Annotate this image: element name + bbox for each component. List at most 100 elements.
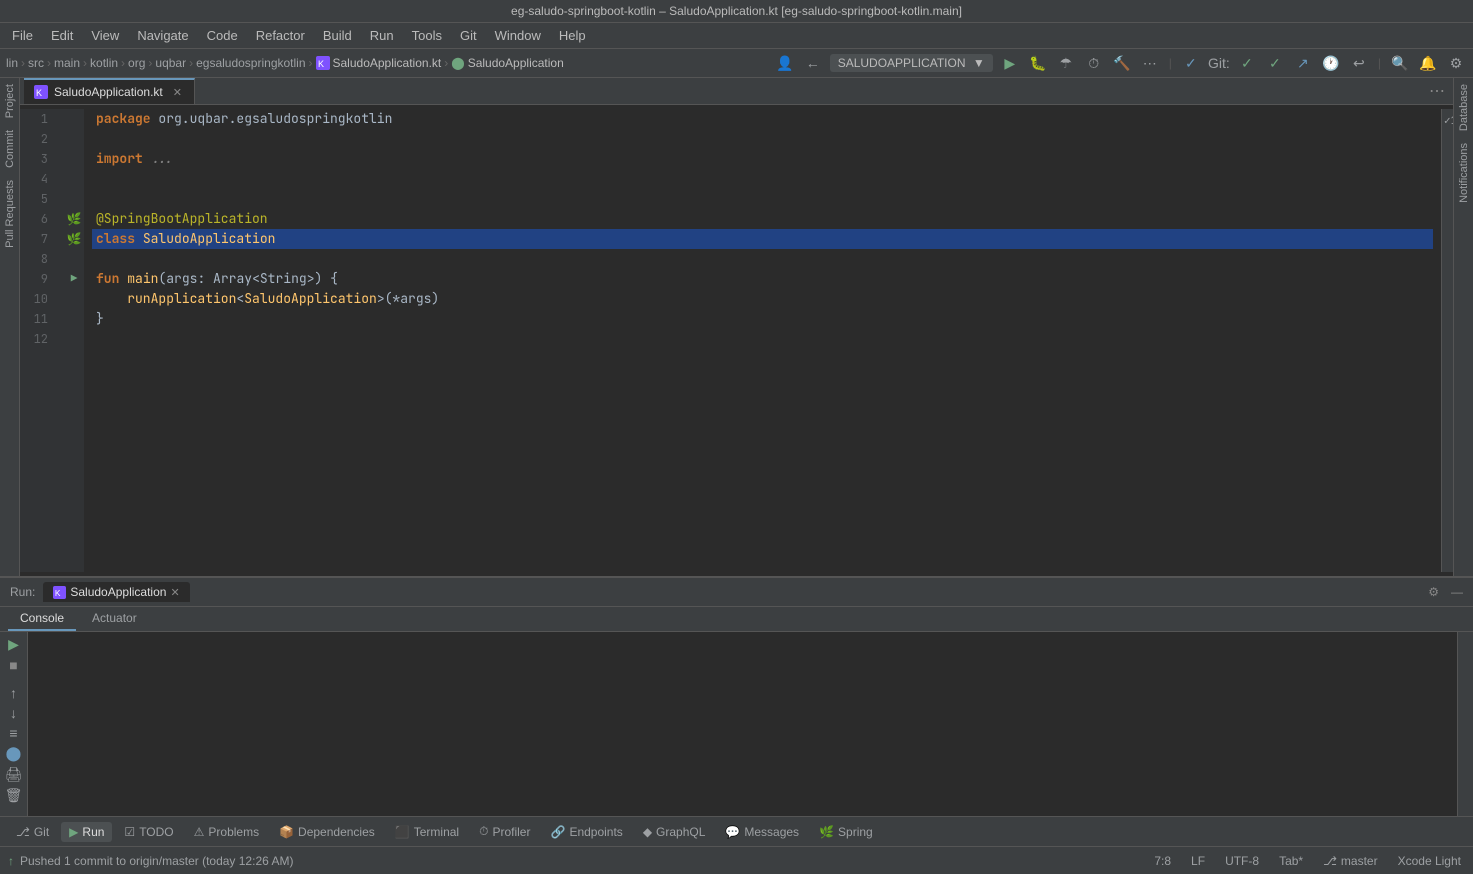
menu-window[interactable]: Window <box>487 25 549 46</box>
breadcrumb-uqbar[interactable]: uqbar <box>155 56 186 70</box>
settings-icon[interactable]: ⚙ <box>1445 52 1467 74</box>
print-button[interactable]: 🖨 <box>3 766 25 783</box>
bottom-terminal-item[interactable]: ⬛ Terminal <box>387 822 467 842</box>
line-separator[interactable]: LF <box>1187 852 1209 870</box>
editor-tab-saludoapplication[interactable]: K SaludoApplication.kt ✕ <box>24 78 195 104</box>
menu-help[interactable]: Help <box>551 25 594 46</box>
bottom-graphql-item[interactable]: ◆ GraphQL <box>635 822 714 842</box>
spring-boot-gutter-6[interactable]: 🌿 <box>67 209 82 229</box>
soft-wrap-button[interactable]: ≡ <box>3 725 25 741</box>
code-token: ... <box>151 149 174 169</box>
breadcrumb-src[interactable]: src <box>28 56 44 70</box>
menu-git[interactable]: Git <box>452 25 485 46</box>
run-tab-saludoapplication[interactable]: K SaludoApplication ✕ <box>43 582 189 602</box>
code-content[interactable]: package org.uqbar.egsaludospringkotlin i… <box>84 109 1441 572</box>
back-icon[interactable]: ← <box>802 52 824 74</box>
breadcrumb-main[interactable]: main <box>54 56 80 70</box>
git-commit-status[interactable]: Pushed 1 commit to origin/master (today … <box>20 854 293 868</box>
scroll-up-button[interactable]: ↑ <box>3 685 25 701</box>
git-checkmark[interactable]: ✓ <box>1236 52 1258 74</box>
run-stop-button[interactable]: ■ <box>3 657 25 673</box>
scrollbar-area[interactable]: ✓1 <box>1441 109 1453 572</box>
build-button[interactable]: 🔨 <box>1111 52 1133 74</box>
git-checkmark2[interactable]: ✓ <box>1264 52 1286 74</box>
tab-console[interactable]: Console <box>8 607 76 631</box>
bottom-endpoints-item[interactable]: 🔗 Endpoints <box>542 822 630 842</box>
git-status-icon[interactable]: ✓ <box>1180 52 1202 74</box>
history-icon[interactable]: 🕐 <box>1320 52 1342 74</box>
tab-actuator[interactable]: Actuator <box>80 607 149 631</box>
bottom-profiler-item[interactable]: ⏱ Profiler <box>471 821 538 842</box>
menu-code[interactable]: Code <box>199 25 246 46</box>
sidebar-item-commit[interactable]: Commit <box>2 124 18 174</box>
ide-theme[interactable]: Xcode Light <box>1394 852 1465 870</box>
breadcrumb-filename[interactable]: SaludoApplication.kt <box>333 56 442 70</box>
clear-console-button[interactable]: 🗑 <box>3 787 25 804</box>
bottom-messages-item[interactable]: 💬 Messages <box>717 822 807 842</box>
bottom-todo-item[interactable]: ☑ TODO <box>116 822 181 842</box>
git-icon[interactable]: Git: <box>1208 52 1230 74</box>
menu-tools[interactable]: Tools <box>404 25 450 46</box>
profile-button[interactable]: ⏱ <box>1083 52 1105 74</box>
cursor-position[interactable]: 7:8 <box>1150 852 1175 870</box>
breadcrumb: lin › src › main › kotlin › org › uqbar … <box>6 56 770 70</box>
run-restart-button[interactable]: ▶ <box>3 636 25 653</box>
run-settings-button[interactable]: ⚙ <box>1428 585 1439 599</box>
menu-file[interactable]: File <box>4 25 41 46</box>
bottom-spring-item[interactable]: 🌿 Spring <box>811 822 881 842</box>
right-panel-strip: Database Notifications <box>1453 78 1473 576</box>
run-tab-label: SaludoApplication <box>70 585 166 599</box>
menu-run[interactable]: Run <box>362 25 402 46</box>
bottom-problems-item[interactable]: ⚠ Problems <box>186 822 267 842</box>
gutter-3 <box>64 149 84 169</box>
breadcrumb-lin[interactable]: lin <box>6 56 18 70</box>
sidebar-item-pullrequests[interactable]: Pull Requests <box>2 174 18 254</box>
menu-navigate[interactable]: Navigate <box>129 25 196 46</box>
search-everywhere-icon[interactable]: 🔍 <box>1389 52 1411 74</box>
git-push-icon[interactable]: ↗ <box>1292 52 1314 74</box>
breadcrumb-org[interactable]: org <box>128 56 145 70</box>
run-structure-panel <box>1457 632 1473 816</box>
git-branch[interactable]: ⎇ master <box>1319 852 1382 870</box>
gutter-6: 🌿 <box>64 209 84 229</box>
debug-button[interactable]: 🐛 <box>1027 52 1049 74</box>
sidebar-item-notifications[interactable]: Notifications <box>1456 137 1472 209</box>
code-token: } <box>96 309 104 329</box>
active-process-icon[interactable]: ⬤ <box>3 745 25 762</box>
breadcrumb-pkg[interactable]: egsaludospringkotlin <box>196 56 305 70</box>
notification-icon[interactable]: 🔔 <box>1417 52 1439 74</box>
bottom-dependencies-item[interactable]: 📦 Dependencies <box>271 822 383 842</box>
terminal-bottom-label: Terminal <box>414 825 459 839</box>
run-tab-close-button[interactable]: ✕ <box>170 586 179 599</box>
bottom-run-item[interactable]: ▶ Run <box>61 822 112 842</box>
run-console-content[interactable] <box>28 632 1457 816</box>
scroll-down-button[interactable]: ↓ <box>3 705 25 721</box>
team-icon[interactable]: 👤 <box>774 52 796 74</box>
sidebar-item-database[interactable]: Database <box>1456 78 1472 137</box>
menu-edit[interactable]: Edit <box>43 25 81 46</box>
run-configuration[interactable]: SALUDOAPPLICATION ▼ <box>830 54 993 72</box>
bottom-git-item[interactable]: ⎇ Git <box>8 822 57 842</box>
rollback-icon[interactable]: ↩ <box>1348 52 1370 74</box>
tab-close-button[interactable]: ✕ <box>173 86 182 99</box>
breadcrumb-class[interactable]: SaludoApplication <box>468 56 564 70</box>
coverage-button[interactable]: ☂ <box>1055 52 1077 74</box>
sidebar-item-project[interactable]: Project <box>2 78 18 124</box>
tab-more-button[interactable]: ⋯ <box>1421 81 1453 101</box>
profiler-bottom-icon: ⏱ <box>479 824 488 839</box>
breadcrumb-kotlin[interactable]: kotlin <box>90 56 118 70</box>
run-button[interactable]: ▶ <box>999 52 1021 74</box>
run-gutter-9[interactable]: ▶ <box>71 269 78 289</box>
indent-info[interactable]: Tab* <box>1275 852 1307 870</box>
menu-refactor[interactable]: Refactor <box>248 25 313 46</box>
menu-view[interactable]: View <box>83 25 127 46</box>
encoding[interactable]: UTF-8 <box>1221 852 1263 870</box>
more-run-actions[interactable]: ⋯ <box>1139 52 1161 74</box>
spring-bottom-icon: 🌿 <box>819 825 834 839</box>
code-editor[interactable]: 1 2 3 4 5 6 7 8 9 10 11 12 <box>20 105 1453 576</box>
menu-bar: File Edit View Navigate Code Refactor Bu… <box>0 23 1473 49</box>
menu-build[interactable]: Build <box>315 25 360 46</box>
run-panel-close-button[interactable]: — <box>1451 585 1463 599</box>
bottom-toolbar: ⎇ Git ▶ Run ☑ TODO ⚠ Problems 📦 Dependen… <box>0 816 1473 846</box>
spring-boot-gutter-7[interactable]: 🌿 <box>67 229 82 249</box>
